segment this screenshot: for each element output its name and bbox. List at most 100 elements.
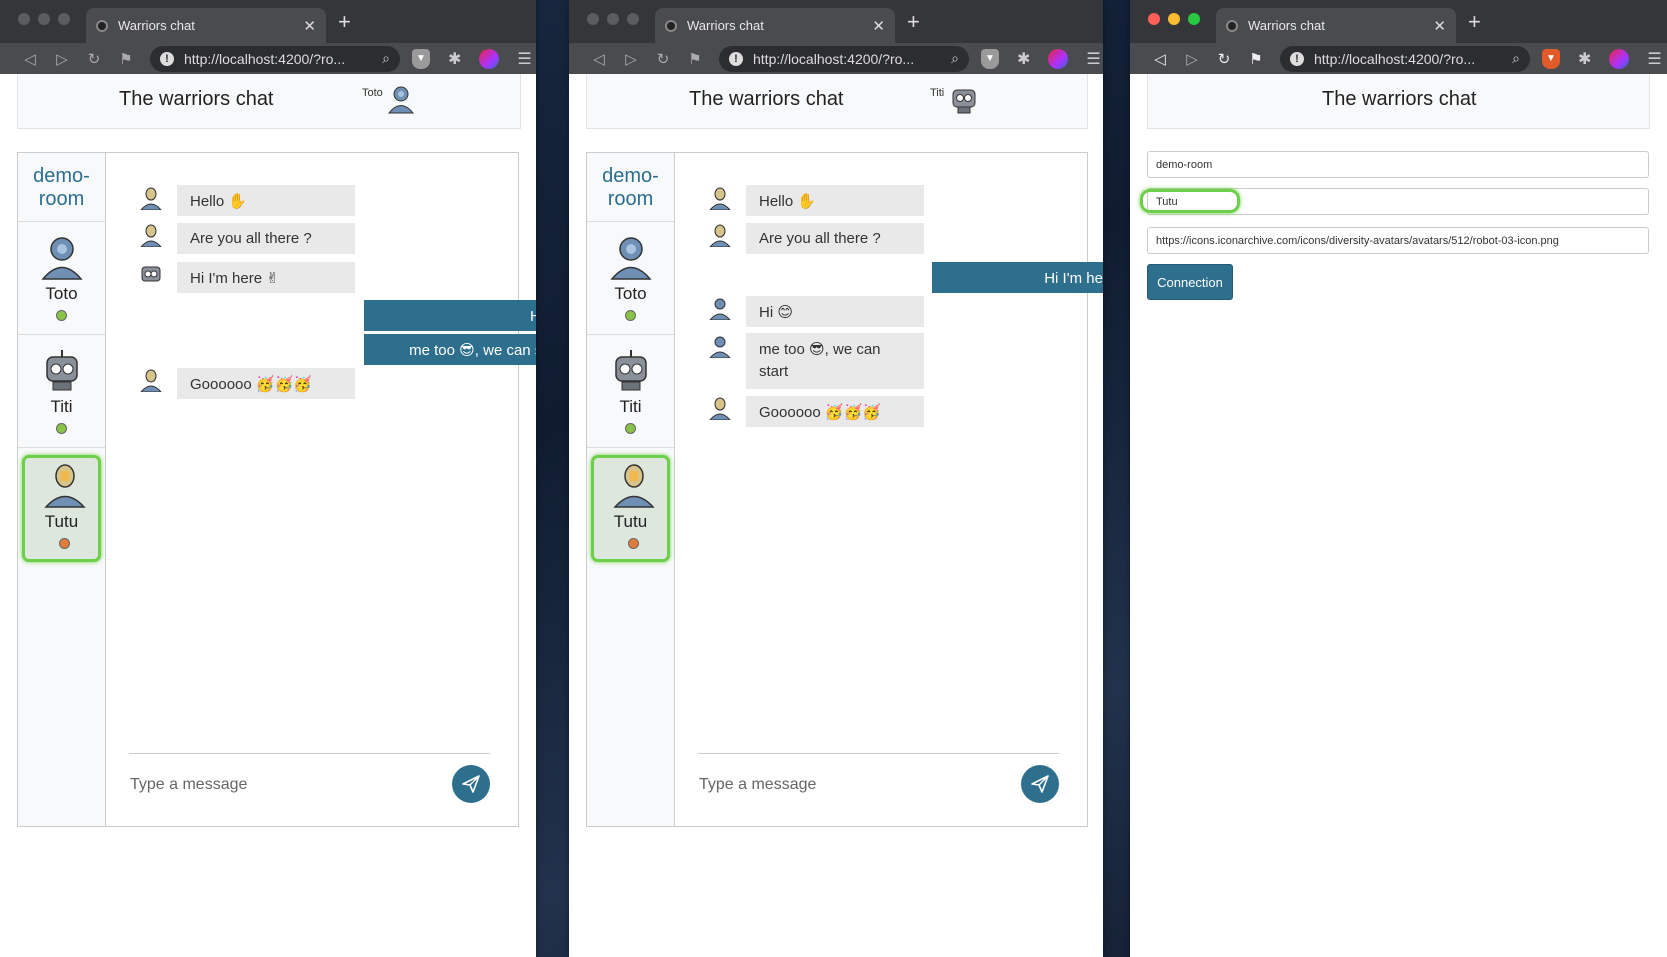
brave-shield-icon[interactable]: ▼ — [981, 48, 999, 69]
brave-shield-icon[interactable]: ▼ — [412, 48, 430, 69]
bookmark-icon[interactable]: ⚑ — [679, 50, 711, 68]
url-text: http://localhost:4200/?ro... — [184, 50, 346, 67]
message-input[interactable] — [699, 765, 989, 805]
tutu-avatar-icon — [140, 224, 162, 247]
info-icon[interactable]: ! — [1290, 51, 1304, 66]
close-tab-icon[interactable]: ✕ — [1433, 17, 1446, 35]
message-input[interactable] — [130, 765, 420, 805]
zoom-icon[interactable]: ⌕ — [1512, 50, 1520, 67]
new-tab-icon[interactable]: + — [1468, 9, 1481, 35]
send-button[interactable] — [1021, 765, 1059, 803]
bookmark-icon[interactable]: ⚑ — [1240, 50, 1272, 68]
menu-icon[interactable]: ☰ — [1086, 49, 1100, 69]
message-bubble: Goooooo 🥳🥳🥳 — [746, 396, 924, 427]
message-bubble: me too 😎, we can start — [746, 333, 924, 389]
forward-icon[interactable]: ▷ — [46, 50, 78, 68]
window-controls[interactable] — [1148, 13, 1200, 25]
name-field[interactable] — [1147, 188, 1649, 215]
close-tab-icon[interactable]: ✕ — [872, 17, 885, 35]
input-divider — [698, 753, 1059, 754]
zoom-icon[interactable]: ⌕ — [951, 50, 959, 67]
forward-icon[interactable]: ▷ — [615, 50, 647, 68]
brave-shield-icon[interactable]: ▼ — [1542, 48, 1560, 69]
current-user-label: Toto — [362, 87, 383, 99]
back-icon[interactable]: ◁ — [1144, 50, 1176, 68]
app-title: The warriors chat — [1322, 88, 1477, 110]
member-tutu[interactable]: Tutu — [591, 455, 670, 562]
tutu-avatar-icon — [140, 369, 162, 392]
back-icon[interactable]: ◁ — [583, 50, 615, 68]
room-field[interactable] — [1147, 151, 1649, 178]
browser-toolbar: ◁ ▷ ↻ ⚑ ! http://localhost:4200/?ro... ⌕… — [0, 43, 536, 74]
reload-icon[interactable]: ↻ — [1208, 50, 1240, 68]
new-tab-icon[interactable]: + — [338, 9, 351, 35]
message-bubble-own: Hi I'm here ✌ — [932, 262, 1103, 293]
message-bubble: Hi 😊 — [746, 296, 924, 327]
connection-button[interactable]: Connection — [1147, 264, 1233, 300]
status-away-dot — [59, 538, 70, 549]
extensions-icon[interactable]: ✱ — [1578, 49, 1591, 69]
members-sidebar: demo-room Toto Titi Tutu — [18, 153, 106, 826]
message-bubble: Hi I'm here ✌ — [177, 262, 355, 293]
chat-box: demo-room Toto Titi Tutu Hello ✋ Are you… — [586, 152, 1103, 827]
desktop-background — [536, 0, 569, 957]
browser-tab[interactable]: Warriors chat ✕ — [86, 8, 326, 43]
profile-icon[interactable] — [1609, 48, 1630, 69]
browser-tab[interactable]: Warriors chat ✕ — [1216, 8, 1456, 43]
info-icon[interactable]: ! — [729, 51, 743, 66]
extensions-icon[interactable]: ✱ — [1017, 49, 1030, 69]
status-online-dot — [56, 423, 67, 434]
avatar-url-field[interactable] — [1147, 227, 1649, 254]
address-bar[interactable]: ! http://localhost:4200/?ro... ⌕ — [719, 45, 969, 72]
forward-icon[interactable]: ▷ — [1176, 50, 1208, 68]
zoom-icon[interactable]: ⌕ — [382, 50, 390, 67]
member-toto[interactable]: Toto — [18, 222, 105, 335]
close-tab-icon[interactable]: ✕ — [303, 17, 316, 35]
app-header: The warriors chat Titi — [586, 74, 1088, 129]
member-titi[interactable]: Titi — [18, 335, 105, 448]
app-title: The warriors chat — [119, 88, 274, 110]
reload-icon[interactable]: ↻ — [647, 50, 679, 68]
member-name: Toto — [614, 284, 647, 303]
bookmark-icon[interactable]: ⚑ — [110, 50, 142, 68]
member-name: Toto — [45, 284, 78, 303]
member-titi[interactable]: Titi — [587, 335, 674, 448]
toto-avatar-icon — [709, 298, 731, 320]
menu-icon[interactable]: ☰ — [1647, 49, 1661, 69]
tab-bar: Warriors chat ✕ + — [1130, 0, 1667, 43]
favicon-icon — [96, 19, 108, 32]
new-tab-icon[interactable]: + — [907, 9, 920, 35]
window-controls[interactable] — [587, 13, 639, 25]
member-tutu[interactable]: Tutu — [22, 455, 101, 562]
tutu-avatar-icon — [613, 464, 655, 508]
status-away-dot — [628, 538, 639, 549]
message-list: Hello ✋ Are you all there ? Hi I'm here … — [675, 153, 1103, 753]
chat-page: The warriors chat Titi demo-room Toto Ti… — [569, 74, 1103, 957]
send-icon — [462, 775, 480, 793]
menu-icon[interactable]: ☰ — [517, 49, 531, 69]
tab-title: Warriors chat — [1248, 18, 1325, 33]
reload-icon[interactable]: ↻ — [78, 50, 110, 68]
profile-icon[interactable] — [479, 48, 500, 69]
address-bar[interactable]: ! http://localhost:4200/?ro... ⌕ — [150, 45, 400, 72]
message-bubble-own: me too 😎, we can start — [364, 334, 536, 365]
window-controls[interactable] — [18, 13, 70, 25]
back-icon[interactable]: ◁ — [14, 50, 46, 68]
member-toto[interactable]: Toto — [587, 222, 674, 335]
profile-icon[interactable] — [1048, 48, 1069, 69]
extensions-icon[interactable]: ✱ — [448, 49, 461, 69]
message-bubble: Goooooo 🥳🥳🥳 — [177, 368, 355, 399]
message-bubble: Hello ✋ — [177, 185, 355, 216]
info-icon[interactable]: ! — [160, 51, 174, 66]
tutu-avatar-icon — [709, 187, 731, 210]
browser-window-tutu: Warriors chat ✕ + ◁ ▷ ↻ ⚑ ! http://local… — [1130, 0, 1667, 957]
send-button[interactable] — [452, 765, 490, 803]
desktop-background — [1103, 0, 1130, 957]
toto-avatar-icon — [41, 237, 83, 280]
titi-avatar-icon — [952, 89, 976, 114]
favicon-icon — [1226, 19, 1238, 32]
tab-title: Warriors chat — [687, 18, 764, 33]
browser-tab[interactable]: Warriors chat ✕ — [655, 8, 895, 43]
address-bar[interactable]: ! http://localhost:4200/?ro... ⌕ — [1280, 45, 1530, 72]
toto-avatar-icon — [387, 86, 415, 114]
